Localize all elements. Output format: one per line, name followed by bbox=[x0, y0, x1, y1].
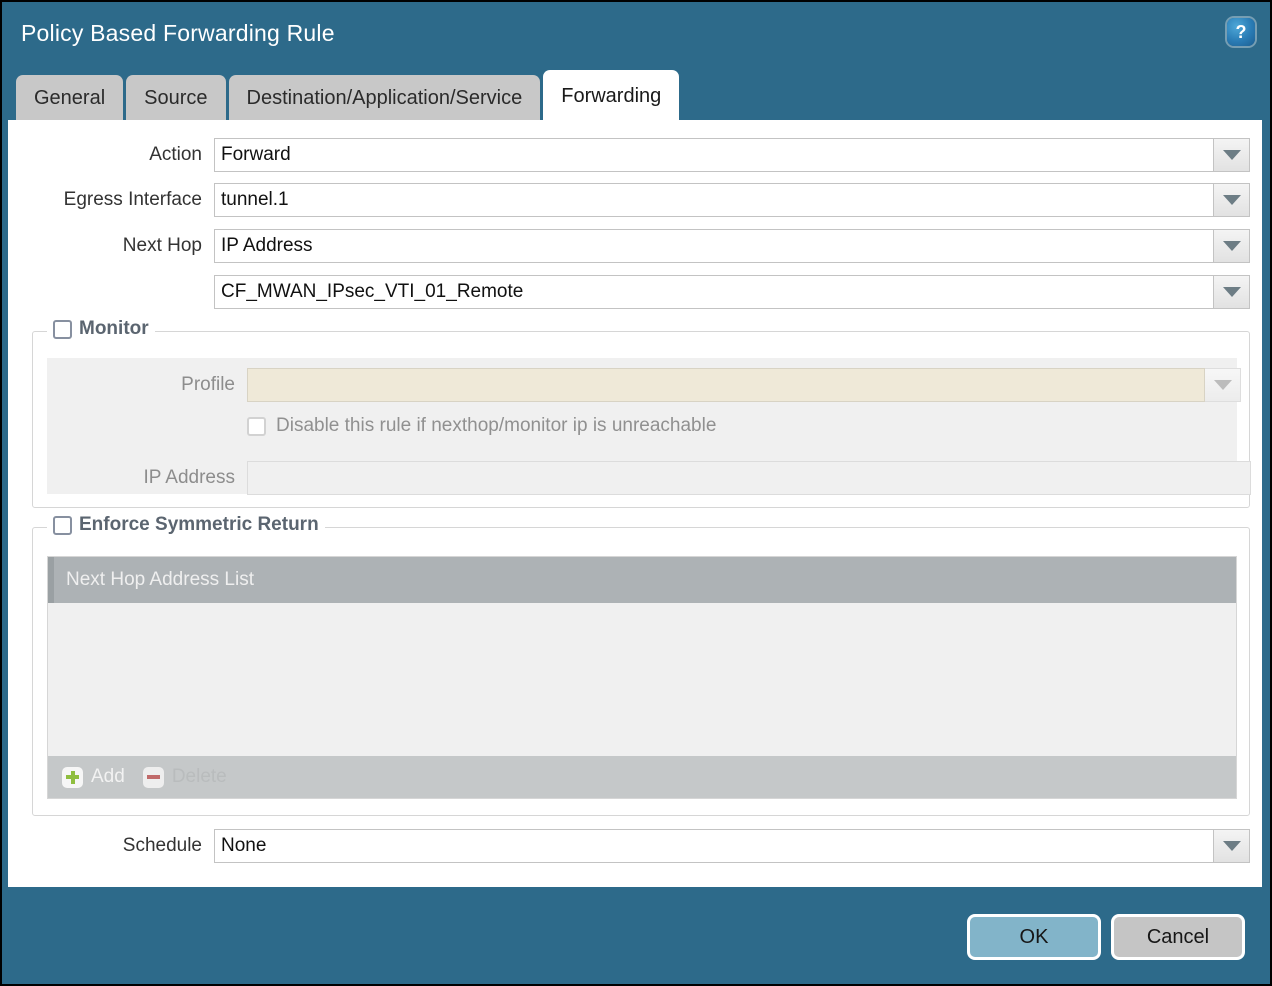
help-icon-glyph: ? bbox=[1227, 18, 1255, 46]
monitor-ip-address-label: IP Address bbox=[47, 467, 247, 489]
tab-source[interactable]: Source bbox=[126, 75, 225, 122]
schedule-row: Schedule None bbox=[14, 829, 1250, 863]
action-field[interactable]: Forward bbox=[214, 138, 1250, 172]
monitor-ip-address-field bbox=[247, 461, 1251, 495]
action-row: Action Forward bbox=[14, 138, 1250, 172]
plus-icon bbox=[62, 767, 83, 788]
tab-destination-application-service[interactable]: Destination/Application/Service bbox=[229, 75, 541, 122]
egress-interface-value[interactable]: tunnel.1 bbox=[214, 183, 1214, 217]
disable-rule-label: Disable this rule if nexthop/monitor ip … bbox=[276, 415, 716, 437]
profile-row: Profile bbox=[47, 368, 1241, 402]
schedule-label: Schedule bbox=[14, 835, 214, 857]
egress-interface-chevron-down-icon[interactable] bbox=[1214, 183, 1250, 217]
profile-value bbox=[247, 368, 1205, 402]
next-hop-address-field[interactable]: CF_MWAN_IPsec_VTI_01_Remote bbox=[214, 275, 1250, 309]
delete-button-label: Delete bbox=[172, 766, 227, 788]
next-hop-address-row: CF_MWAN_IPsec_VTI_01_Remote bbox=[14, 275, 1250, 309]
monitor-legend-label: Monitor bbox=[79, 318, 149, 340]
egress-interface-label: Egress Interface bbox=[14, 189, 214, 211]
next-hop-address-value[interactable]: CF_MWAN_IPsec_VTI_01_Remote bbox=[214, 275, 1214, 309]
next-hop-value[interactable]: IP Address bbox=[214, 229, 1214, 263]
next-hop-address-chevron-down-icon[interactable] bbox=[1214, 275, 1250, 309]
egress-interface-field[interactable]: tunnel.1 bbox=[214, 183, 1250, 217]
monitor-disabled-area: Profile Disable this rule if nexthop/mon… bbox=[47, 358, 1237, 494]
cancel-button[interactable]: Cancel bbox=[1111, 914, 1245, 960]
action-label: Action bbox=[14, 144, 214, 166]
dialog-footer: OK Cancel bbox=[2, 887, 1272, 986]
next-hop-chevron-down-icon[interactable] bbox=[1214, 229, 1250, 263]
enforce-symmetric-return-legend: Enforce Symmetric Return bbox=[47, 514, 325, 536]
monitor-checkbox[interactable] bbox=[53, 320, 72, 339]
monitor-ip-address-value bbox=[247, 461, 1251, 495]
monitor-ip-address-row: IP Address bbox=[47, 461, 1251, 495]
add-button-label: Add bbox=[91, 766, 125, 788]
profile-chevron-down-icon bbox=[1205, 368, 1241, 402]
next-hop-label: Next Hop bbox=[14, 235, 214, 257]
schedule-field[interactable]: None bbox=[214, 829, 1250, 863]
help-question-icon[interactable]: ? bbox=[1227, 18, 1255, 46]
monitor-legend: Monitor bbox=[47, 318, 155, 340]
delete-button: Delete bbox=[143, 766, 227, 788]
schedule-chevron-down-icon[interactable] bbox=[1214, 829, 1250, 863]
forwarding-tab-panel: Action Forward Egress Interface tunnel.1… bbox=[8, 120, 1262, 887]
profile-field bbox=[247, 368, 1241, 402]
dialog-titlebar: Policy Based Forwarding Rule ? bbox=[2, 2, 1272, 68]
disable-rule-checkbox bbox=[247, 417, 266, 436]
table-toolbar: Add Delete bbox=[48, 756, 1236, 798]
action-value[interactable]: Forward bbox=[214, 138, 1214, 172]
minus-icon bbox=[143, 767, 164, 788]
profile-label: Profile bbox=[47, 374, 247, 396]
enforce-symmetric-return-fieldset: Enforce Symmetric Return Next Hop Addres… bbox=[32, 527, 1250, 816]
enforce-symmetric-return-legend-label: Enforce Symmetric Return bbox=[79, 514, 319, 536]
table-body[interactable] bbox=[48, 603, 1236, 756]
table-header-row: Next Hop Address List bbox=[48, 557, 1236, 603]
add-button[interactable]: Add bbox=[62, 766, 125, 788]
next-hop-row: Next Hop IP Address bbox=[14, 229, 1250, 263]
disable-rule-row: Disable this rule if nexthop/monitor ip … bbox=[247, 415, 716, 437]
monitor-fieldset: Monitor Profile Disable this rule if nex… bbox=[32, 331, 1250, 508]
egress-interface-row: Egress Interface tunnel.1 bbox=[14, 183, 1250, 217]
action-chevron-down-icon[interactable] bbox=[1214, 138, 1250, 172]
next-hop-address-list-table: Next Hop Address List Add Delete bbox=[47, 556, 1237, 799]
column-header-next-hop-address-list: Next Hop Address List bbox=[54, 569, 254, 591]
tab-general[interactable]: General bbox=[16, 75, 123, 122]
tab-forwarding[interactable]: Forwarding bbox=[543, 70, 679, 122]
enforce-symmetric-return-checkbox[interactable] bbox=[53, 516, 72, 535]
ok-button[interactable]: OK bbox=[967, 914, 1101, 960]
schedule-value[interactable]: None bbox=[214, 829, 1214, 863]
tab-bar: General Source Destination/Application/S… bbox=[16, 68, 679, 122]
dialog-title: Policy Based Forwarding Rule bbox=[21, 20, 335, 47]
policy-based-forwarding-rule-dialog: Policy Based Forwarding Rule ? General S… bbox=[0, 0, 1272, 986]
next-hop-field[interactable]: IP Address bbox=[214, 229, 1250, 263]
